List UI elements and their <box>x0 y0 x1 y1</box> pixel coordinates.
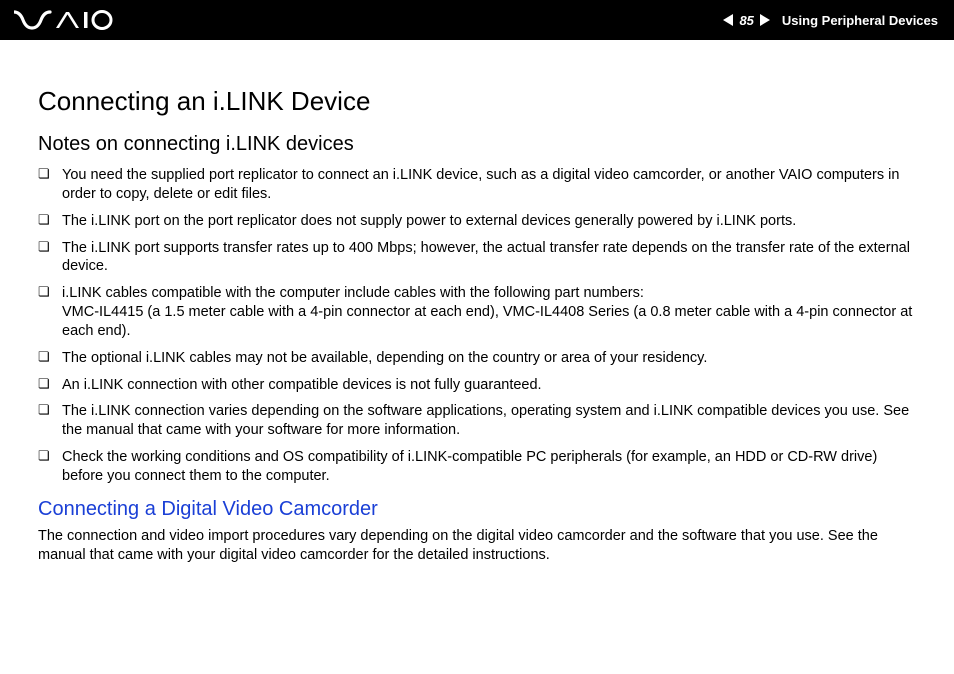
subsection-body: The connection and video import procedur… <box>38 527 916 565</box>
page-content: Connecting an i.LINK Device Notes on con… <box>0 40 954 585</box>
list-item: The i.LINK port supports transfer rates … <box>38 239 916 277</box>
page-number: 85 <box>737 13 755 28</box>
prev-page-arrow-icon[interactable] <box>723 14 733 26</box>
section-name: Using Peripheral Devices <box>782 13 938 28</box>
list-item: An i.LINK connection with other compatib… <box>38 376 916 395</box>
header-bar: 85 Using Peripheral Devices <box>0 0 954 40</box>
list-item: i.LINK cables compatible with the comput… <box>38 284 916 341</box>
page-title: Connecting an i.LINK Device <box>38 86 916 117</box>
list-item: The i.LINK port on the port replicator d… <box>38 212 916 231</box>
list-item: Check the working conditions and OS comp… <box>38 448 916 486</box>
page-subtitle: Notes on connecting i.LINK devices <box>38 133 916 156</box>
list-item: You need the supplied port replicator to… <box>38 166 916 204</box>
subsection-title[interactable]: Connecting a Digital Video Camcorder <box>38 498 916 521</box>
header-nav: 85 Using Peripheral Devices <box>723 13 938 28</box>
list-item: The optional i.LINK cables may not be av… <box>38 349 916 368</box>
vaio-logo <box>14 9 114 31</box>
notes-list: You need the supplied port replicator to… <box>38 166 916 486</box>
page-indicator: 85 <box>723 13 769 28</box>
list-item: The i.LINK connection varies depending o… <box>38 402 916 440</box>
next-page-arrow-icon[interactable] <box>760 14 770 26</box>
